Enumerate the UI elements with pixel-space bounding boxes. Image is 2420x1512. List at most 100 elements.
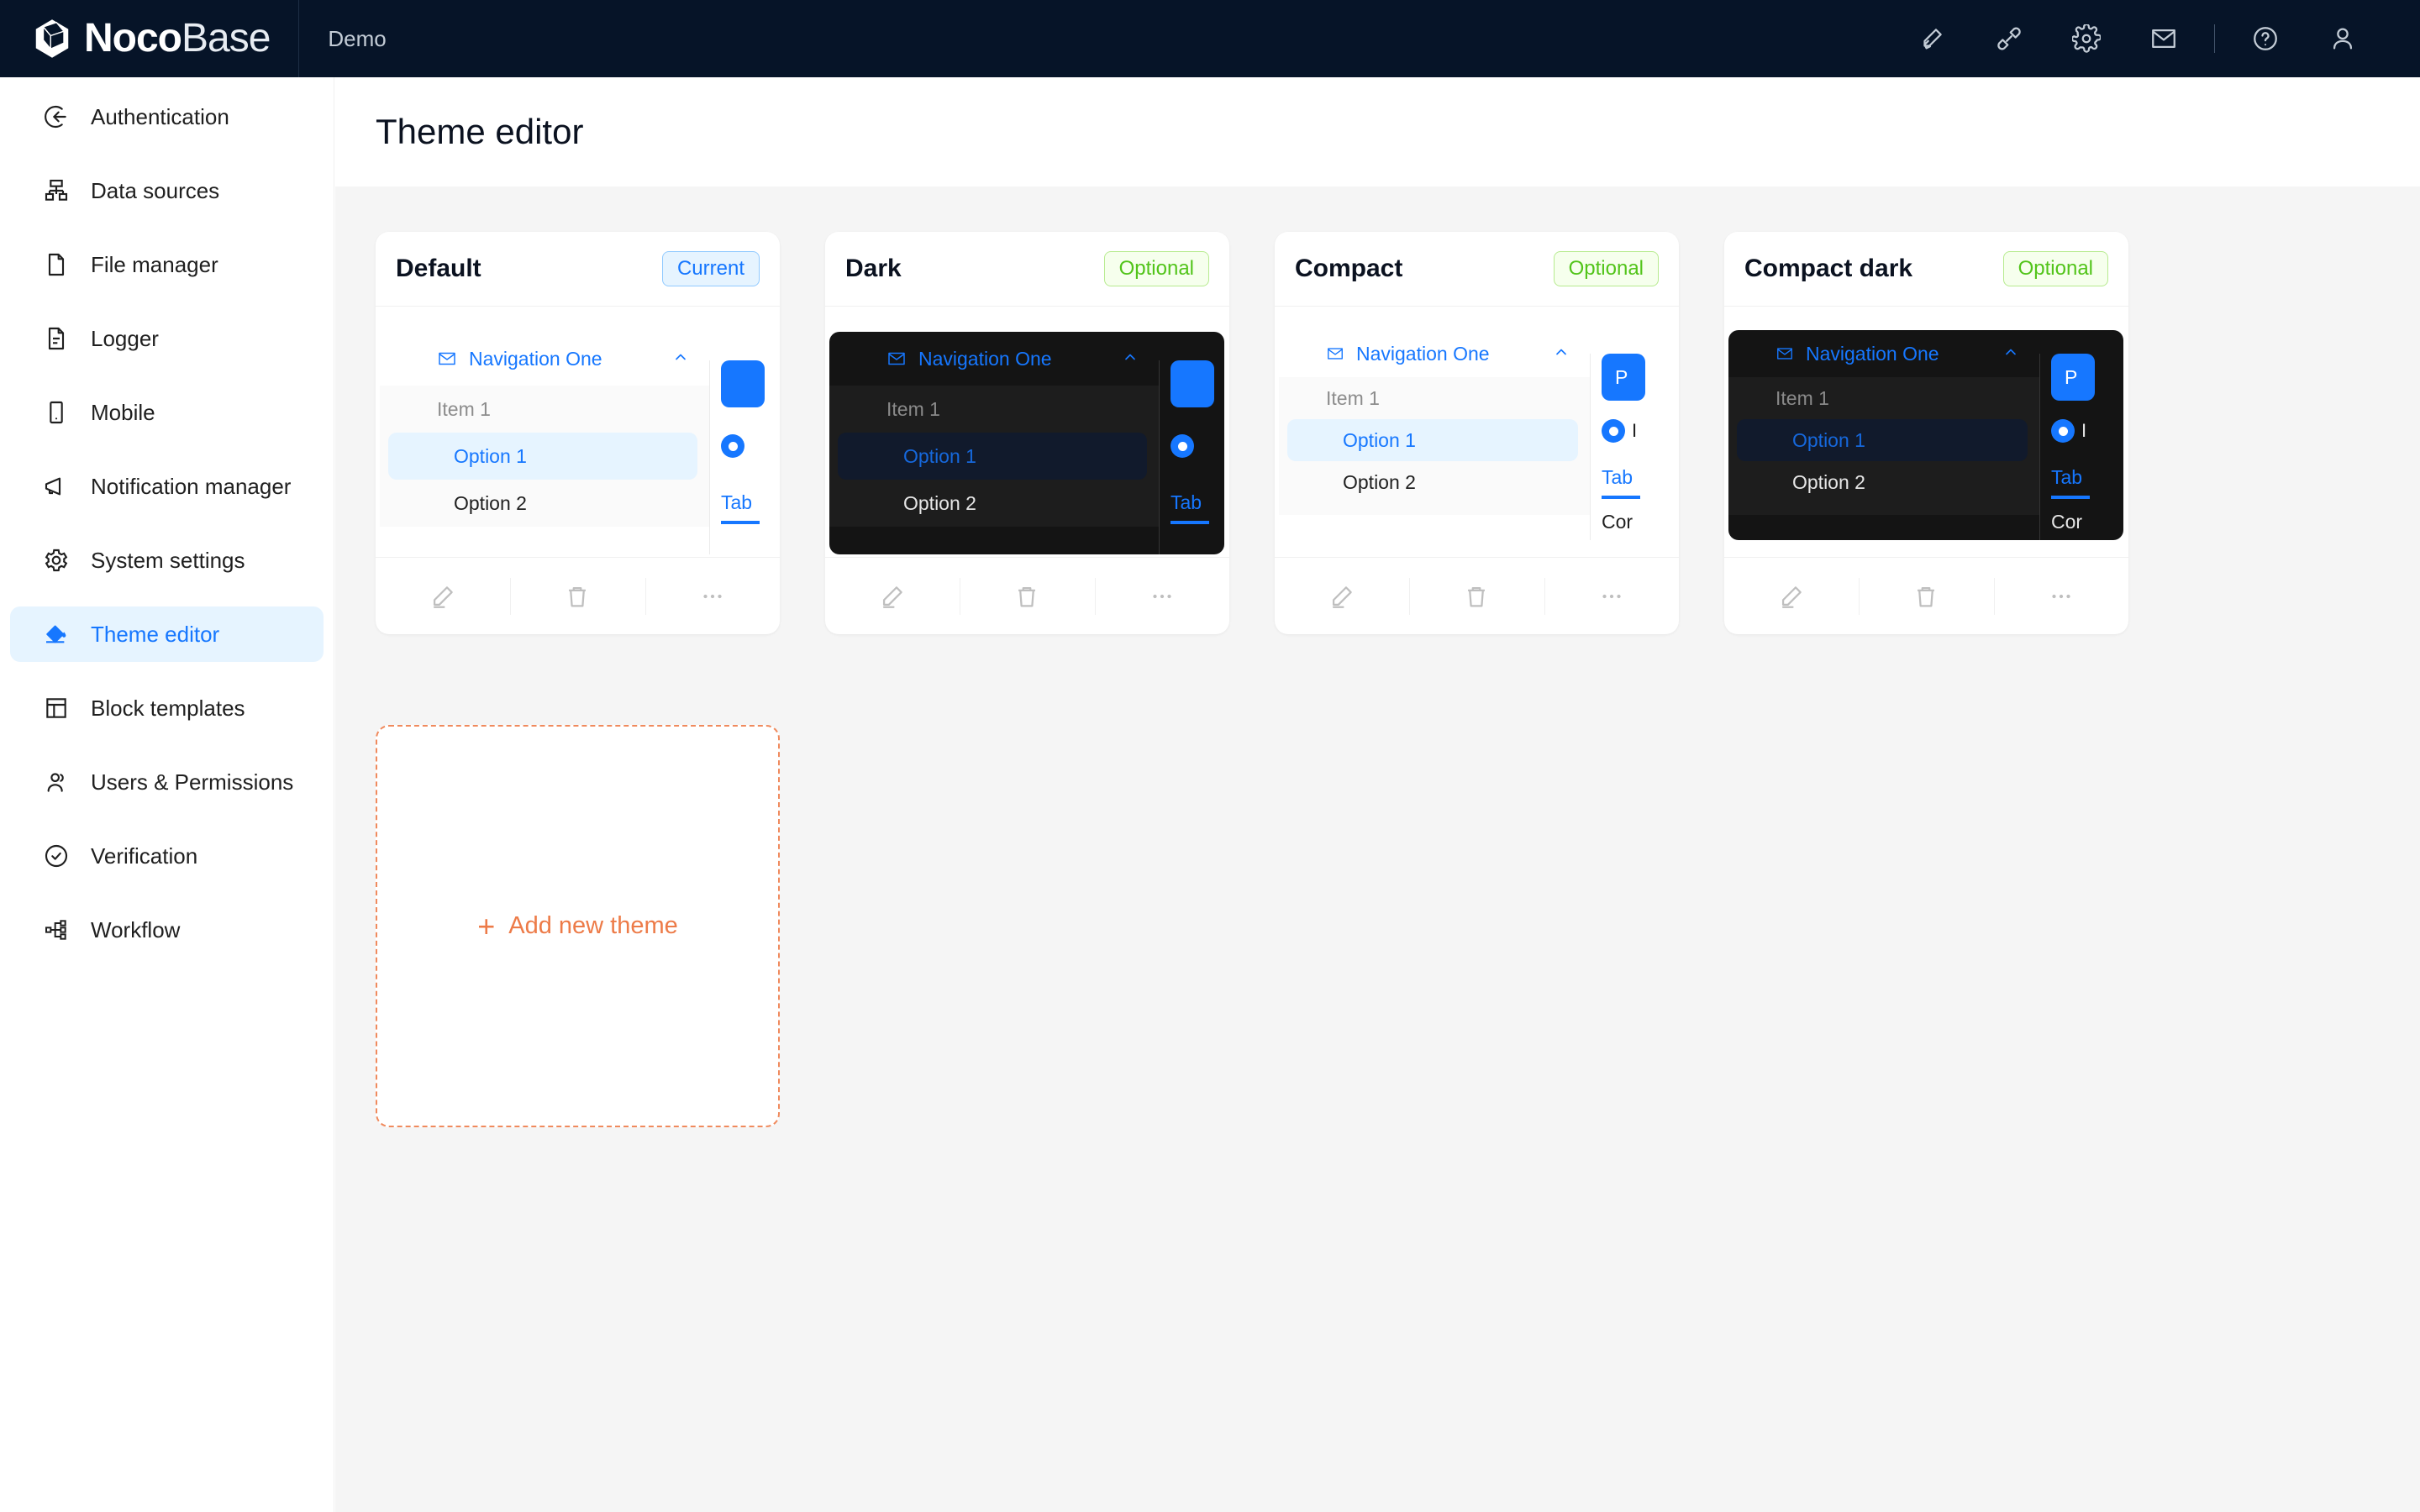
sidebar-item-label: Workflow [91, 916, 181, 942]
highlighter-icon[interactable] [1893, 0, 1970, 77]
more-icon[interactable] [1544, 558, 1679, 635]
sidebar-item-system-settings[interactable]: System settings [10, 533, 324, 588]
radio-selected-icon [721, 434, 744, 458]
preview-submenu: Item 1 Option 1 Option 2 [1728, 377, 2039, 515]
theme-preview: Navigation One Item 1 Option 1 Option 2 [1275, 307, 1679, 557]
preview-tab-active: Tab [2051, 466, 2083, 488]
workflow-icon [40, 914, 72, 946]
preview-surface: Navigation One Item 1 Option 1 Option 2 [1728, 330, 2123, 540]
sidebar-item-label: Mobile [91, 399, 155, 425]
mail-icon[interactable] [2125, 0, 2202, 77]
preview-nav-label: Navigation One [469, 347, 602, 370]
mail-icon [886, 349, 907, 369]
theme-name: Dark [845, 255, 902, 282]
more-icon[interactable] [1094, 558, 1229, 635]
sidebar-item-label: Verification [91, 843, 198, 869]
preview-tab-active: Tab [1602, 466, 1634, 488]
check-circle-icon [40, 840, 72, 872]
sidebar-item-logger[interactable]: Logger [10, 311, 324, 366]
theme-card-compact-dark[interactable]: Compact dark Optional Navigation One Ite… [1724, 232, 2128, 634]
brand-logo-group[interactable]: NocoBase [0, 0, 271, 77]
preview-nav-item: Navigation One [380, 332, 709, 386]
sidebar-item-label: Block templates [91, 695, 245, 721]
users-icon [40, 766, 72, 798]
workspace-name[interactable]: Demo [299, 26, 414, 52]
preview-menu: Navigation One Item 1 Option 1 Option 2 [829, 332, 1159, 527]
status-badge: Optional [1103, 251, 1209, 286]
theme-preview: Navigation One Item 1 Option 1 Option 2 [825, 307, 1229, 557]
edit-icon[interactable] [825, 558, 960, 635]
paint-bucket-icon [40, 618, 72, 650]
preview-submenu: Item 1 Option 1 Option 2 [829, 386, 1159, 527]
page-header: Theme editor [335, 77, 2420, 186]
database-tree-icon [40, 175, 72, 207]
preview-surface: Navigation One Item 1 Option 1 Option 2 [829, 332, 1224, 554]
user-avatar-icon[interactable] [2304, 0, 2381, 77]
add-new-theme-label: Add new theme [508, 912, 678, 939]
sidebar-item-label: System settings [91, 547, 245, 573]
sidebar-item-label: Logger [91, 325, 159, 351]
sidebar-item-users-permissions[interactable]: Users & Permissions [10, 754, 324, 810]
sidebar-item-label: Notification manager [91, 473, 292, 499]
preview-primary-button [1171, 360, 1214, 407]
preview-nav-label: Navigation One [918, 347, 1052, 370]
help-icon[interactable] [2227, 0, 2304, 77]
preview-tab-underline [2051, 496, 2090, 499]
radio-selected-icon [1171, 434, 1194, 458]
sidebar-item-theme-editor[interactable]: Theme editor [10, 606, 324, 662]
preview-controls: P I Tab Cor [1602, 354, 1660, 533]
more-icon[interactable] [644, 558, 780, 635]
nocobase-logo-icon [29, 15, 76, 62]
sidebar-item-authentication[interactable]: Authentication [10, 89, 324, 144]
preview-surface: Navigation One Item 1 Option 1 Option 2 [380, 332, 775, 554]
add-new-theme-button[interactable]: + Add new theme [376, 725, 780, 1127]
preview-tab-underline [1171, 521, 1209, 524]
preview-surface: Navigation One Item 1 Option 1 Option 2 [1279, 330, 1674, 540]
sidebar-item-block-templates[interactable]: Block templates [10, 680, 324, 736]
preview-divider [1590, 354, 1591, 540]
sidebar-item-workflow[interactable]: Workflow [10, 902, 324, 958]
edit-icon[interactable] [1724, 558, 1859, 635]
sidebar-item-file-manager[interactable]: File manager [10, 237, 324, 292]
top-bar: NocoBase Demo [0, 0, 2420, 77]
sidebar-item-verification[interactable]: Verification [10, 828, 324, 884]
preview-frame: Navigation One Item 1 Option 1 Option 2 [376, 307, 780, 557]
sidebar-item-mobile[interactable]: Mobile [10, 385, 324, 440]
edit-icon[interactable] [1275, 558, 1409, 635]
sidebar-item-label: File manager [91, 251, 218, 277]
theme-card-grid: Default Current Navigation One Item 1 Op… [376, 232, 2380, 1127]
radio-selected-icon [2051, 419, 2075, 443]
delete-icon[interactable] [1409, 558, 1544, 635]
gear-icon[interactable] [2048, 0, 2125, 77]
preview-menu: Navigation One Item 1 Option 1 Option 2 [380, 332, 709, 527]
preview-divider [709, 360, 710, 554]
card-header: Default Current [376, 232, 780, 307]
card-actions [376, 557, 780, 634]
preview-frame: Navigation One Item 1 Option 1 Option 2 [1724, 307, 2128, 557]
more-icon[interactable] [1993, 558, 2128, 635]
brand-text: NocoBase [84, 18, 271, 59]
preview-radio-label: I [2081, 420, 2087, 441]
sidebar-item-data-sources[interactable]: Data sources [10, 163, 324, 218]
delete-icon[interactable] [960, 558, 1094, 635]
preview-primary-button: P [2051, 354, 2095, 401]
theme-card-dark[interactable]: Dark Optional Navigation One Item 1 Opti… [825, 232, 1229, 634]
delete-icon[interactable] [510, 558, 644, 635]
content-area: Default Current Navigation One Item 1 Op… [335, 186, 2420, 1512]
theme-card-default[interactable]: Default Current Navigation One Item 1 Op… [376, 232, 780, 634]
sidebar-item-notification-manager[interactable]: Notification manager [10, 459, 324, 514]
delete-icon[interactable] [1859, 558, 1993, 635]
chevron-up-icon [672, 348, 689, 370]
edit-icon[interactable] [376, 558, 510, 635]
preview-controls: Tab [1171, 360, 1224, 524]
preview-submenu: Item 1 Option 1 Option 2 [380, 386, 709, 527]
card-actions [1724, 557, 2128, 634]
layout-icon [40, 692, 72, 724]
theme-preview: Navigation One Item 1 Option 1 Option 2 [1724, 307, 2128, 557]
mobile-icon [40, 396, 72, 428]
add-theme-row: + Add new theme [376, 680, 2380, 1127]
preview-option-1: Option 1 [388, 433, 697, 480]
plugin-icon[interactable] [1970, 0, 2048, 77]
theme-card-compact[interactable]: Compact Optional Navigation One Item 1 O… [1275, 232, 1679, 634]
status-badge: Optional [1553, 251, 1659, 286]
